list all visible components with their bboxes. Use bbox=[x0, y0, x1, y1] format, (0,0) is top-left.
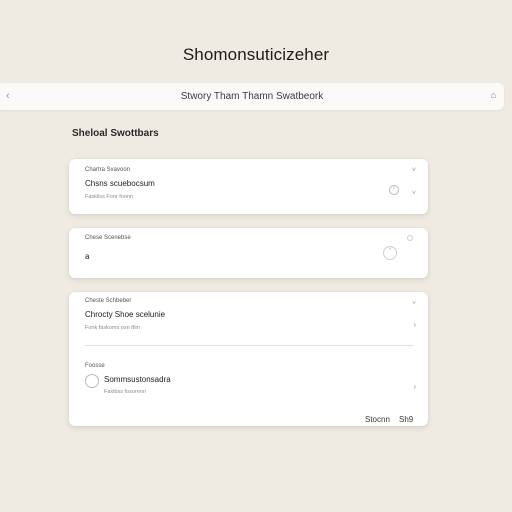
toggle-icon[interactable] bbox=[389, 185, 399, 195]
card-1-hint: Faskilss Fonr foonn bbox=[85, 194, 133, 200]
loading-icon bbox=[383, 246, 397, 260]
chevron-down-icon[interactable]: ˅ bbox=[412, 167, 416, 175]
option-hint: Faxibss fosorenn bbox=[104, 389, 146, 395]
divider bbox=[85, 345, 414, 346]
card-3-hint: Fonk faskoms osn ftlm bbox=[85, 325, 141, 331]
chevron-right-icon[interactable]: › bbox=[413, 383, 416, 391]
card-3-label: Cheste Schbeber bbox=[85, 298, 132, 304]
page: Shomonsuticizeher ‹ Stwory Tham Thamn Sw… bbox=[0, 0, 512, 512]
section-heading: Sheloal Swottbars bbox=[72, 128, 159, 139]
toggle-mark-icon bbox=[393, 186, 395, 189]
home-icon[interactable]: ⌂ bbox=[491, 90, 496, 100]
card-1-label: Chartra Sxavoon bbox=[85, 167, 131, 173]
option-value[interactable]: Sommsustonsadra bbox=[104, 375, 171, 384]
expand-icon[interactable] bbox=[407, 235, 413, 241]
card-2-value[interactable]: a bbox=[85, 252, 89, 261]
settings-card-1: Chartra Sxavoon Chsns scuebocsum Faskils… bbox=[69, 159, 428, 214]
settings-card-3: Cheste Schbeber Chrocty Shoe scelunie Fo… bbox=[69, 292, 428, 426]
chevron-right-icon[interactable]: › bbox=[413, 321, 416, 329]
address-bar: ‹ Stwory Tham Thamn Swatbeork ⌂ bbox=[0, 83, 504, 110]
cancel-button[interactable]: Stocnn bbox=[365, 415, 390, 424]
card-3-value[interactable]: Chrocty Shoe scelunie bbox=[85, 310, 165, 319]
ok-button[interactable]: Sh9 bbox=[399, 415, 413, 424]
radio-button[interactable] bbox=[85, 374, 99, 388]
settings-card-2: Chese Scenebse a bbox=[69, 228, 428, 278]
card-1-value[interactable]: Chsns scuebocsum bbox=[85, 179, 155, 188]
option-label: Foosse bbox=[85, 363, 105, 369]
chevron-down-icon[interactable]: ˅ bbox=[412, 190, 416, 198]
breadcrumb: Stwory Tham Thamn Swatbeork bbox=[180, 91, 324, 102]
card-2-label: Chese Scenebse bbox=[85, 235, 131, 241]
chevron-down-icon[interactable]: ˅ bbox=[412, 300, 416, 308]
page-title: Shomonsuticizeher bbox=[182, 45, 330, 64]
spinner-mark-icon bbox=[389, 247, 391, 250]
